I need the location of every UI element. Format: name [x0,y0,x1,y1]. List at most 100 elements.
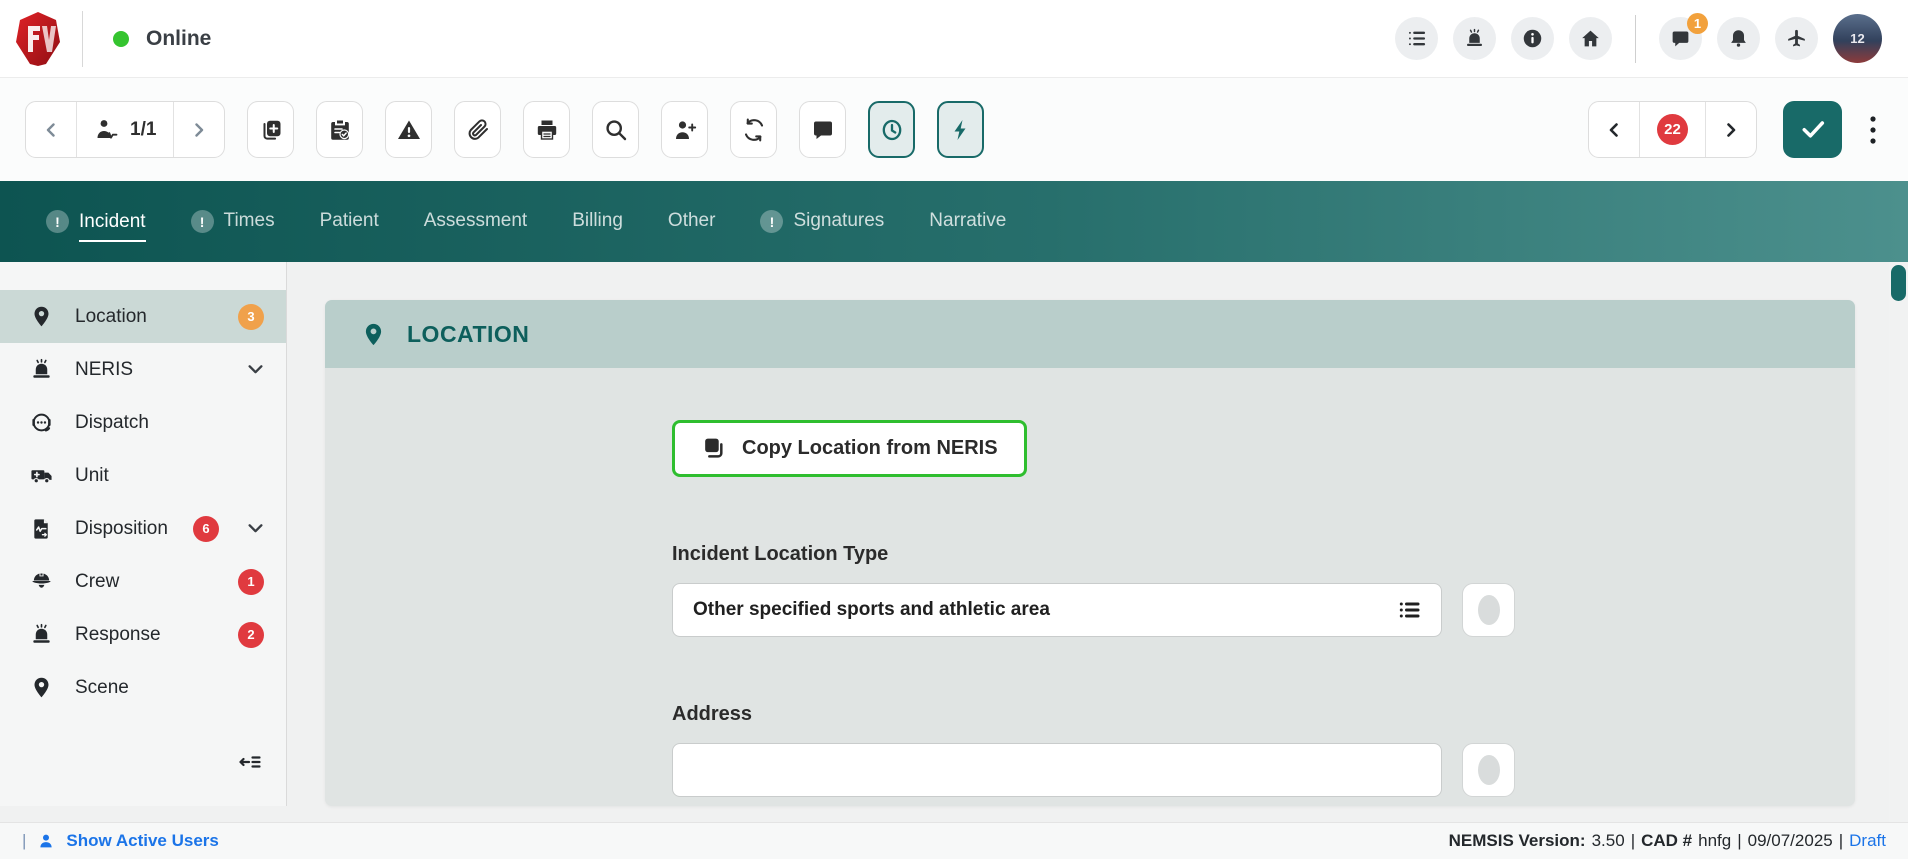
address-toggle-button[interactable] [1462,743,1515,797]
sidebar-item-response[interactable]: Response 2 [0,608,286,661]
address-input[interactable] [672,743,1442,797]
patient-count[interactable]: 1/1 [76,102,173,157]
info-button[interactable] [1511,17,1554,60]
sidebar-item-location[interactable]: Location 3 [0,290,286,343]
pin-icon [30,676,53,699]
location-type-toggle-button[interactable] [1462,583,1515,637]
sidebar-item-label: Disposition [75,518,168,540]
avatar[interactable]: 12 [1833,14,1882,63]
copy-icon [701,436,726,461]
previous-patient-button[interactable] [26,102,76,157]
next-patient-button[interactable] [173,102,224,157]
alerts-button[interactable] [385,101,432,158]
sidebar-item-unit[interactable]: Unit [0,449,286,502]
print-button[interactable] [523,101,570,158]
alert-badge: ! [760,210,783,233]
tab-signatures[interactable]: ! Signatures [760,210,884,234]
tab-assessment[interactable]: Assessment [424,210,527,234]
previous-validation-button[interactable] [1589,102,1639,157]
home-button[interactable] [1569,17,1612,60]
tab-billing[interactable]: Billing [572,210,623,234]
siren-button[interactable] [1453,17,1496,60]
top-navbar: Online [0,0,1908,78]
collapse-sidebar-button[interactable] [238,750,262,774]
sync-button[interactable] [730,101,777,158]
more-options-button[interactable] [1863,109,1883,151]
app-logo-icon[interactable] [16,12,60,66]
sidebar-item-disposition[interactable]: Disposition 6 [0,502,286,555]
draft-status-link[interactable]: Draft [1849,831,1886,851]
bell-icon [1728,28,1749,49]
sidebar-item-scene[interactable]: Scene [0,661,286,714]
nemsis-label: NEMSIS Version: [1449,831,1586,851]
chevron-down-icon [247,361,264,378]
sidebar-badge: 3 [238,304,264,330]
messages-button[interactable]: 1 [1659,17,1702,60]
chevron-down-icon [247,520,264,537]
headset-icon [30,411,53,434]
validation-pager: 22 [1588,101,1757,158]
cad-value: hnfg [1698,831,1731,851]
chevron-left-icon [43,122,59,138]
confirm-button[interactable] [1783,101,1842,158]
incident-location-type-input[interactable]: Other specified sports and athletic area [672,583,1442,637]
home-icon [1580,28,1601,49]
add-record-button[interactable] [247,101,294,158]
ambulance-icon [30,464,53,487]
copy-location-from-neris-button[interactable]: Copy Location from NERIS [672,420,1027,477]
content-area: Location 3 NERIS Dispatch [0,262,1908,806]
tab-patient[interactable]: Patient [320,210,379,234]
nemsis-value: 3.50 [1592,831,1625,851]
search-icon [604,118,628,142]
comments-button[interactable] [799,101,846,158]
sync-icon [742,118,766,142]
chevron-right-icon [1723,122,1739,138]
toggle-oval [1478,755,1500,785]
cad-label: CAD # [1641,831,1692,851]
sidebar-item-neris[interactable]: NERIS [0,343,286,396]
list-button[interactable] [1395,17,1438,60]
sidebar-badge: 6 [193,516,219,542]
scrollbar-thumb[interactable] [1891,265,1906,301]
add-person-button[interactable] [661,101,708,158]
pin-icon [30,305,53,328]
travel-mode-button[interactable] [1775,17,1818,60]
vertical-scrollbar[interactable] [1889,262,1908,822]
info-icon [1522,28,1543,49]
sidebar-item-dispatch[interactable]: Dispatch [0,396,286,449]
sidebar-item-crew[interactable]: Crew 1 [0,555,286,608]
airplane-icon [1786,28,1807,49]
forms-button[interactable] [316,101,363,158]
sidebar-item-label: NERIS [75,359,133,381]
status-bar: | Show Active Users NEMSIS Version: 3.50… [0,822,1908,859]
navbar-actions: 1 12 [1395,14,1882,63]
patient-activity-icon [94,117,120,143]
validation-count[interactable]: 22 [1639,102,1705,157]
time-tracking-button[interactable] [868,101,915,158]
search-button[interactable] [592,101,639,158]
alert-badge: ! [191,210,214,233]
document-icon [30,517,53,540]
clock-icon [880,118,904,142]
tab-times[interactable]: ! Times [191,210,275,234]
sidebar-item-label: Unit [75,465,109,487]
collapse-sidebar-icon [238,750,262,774]
next-validation-button[interactable] [1705,102,1756,157]
person-icon [37,832,55,850]
online-dot [113,31,129,47]
tab-narrative[interactable]: Narrative [929,210,1006,234]
attachments-button[interactable] [454,101,501,158]
list-select-icon[interactable] [1397,598,1421,622]
helmet-icon [30,570,53,593]
notifications-button[interactable] [1717,17,1760,60]
quick-actions-button[interactable] [937,101,984,158]
check-icon [1799,116,1827,144]
tab-incident[interactable]: ! Incident [46,210,146,233]
main-panel: LOCATION Copy Location from NERIS Incide… [287,262,1908,806]
kebab-icon [1869,115,1877,145]
add-record-icon [259,118,283,142]
section-title: LOCATION [407,321,529,348]
show-active-users-link[interactable]: | Show Active Users [22,831,219,851]
tab-other[interactable]: Other [668,210,716,234]
section-sidebar: Location 3 NERIS Dispatch [0,262,287,806]
